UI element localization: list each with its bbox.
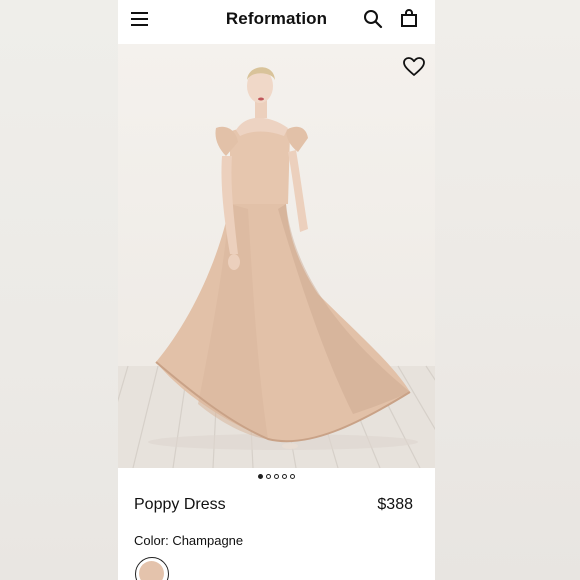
pager-dot[interactable] <box>290 474 295 479</box>
pager-dot[interactable] <box>258 474 263 479</box>
color-value: Champagne <box>172 533 244 548</box>
shopping-bag-icon[interactable] <box>399 8 419 28</box>
header: Reformation <box>118 0 435 44</box>
brand-logo[interactable]: Reformation <box>118 9 435 29</box>
heart-icon[interactable] <box>403 57 425 77</box>
phone-screen: Reformation Poppy Dress $388 Color: Cham… <box>118 0 435 580</box>
product-image[interactable] <box>118 44 435 468</box>
product-price: $388 <box>377 496 413 513</box>
product-photo <box>118 67 435 468</box>
pager-dot[interactable] <box>274 474 279 479</box>
search-icon[interactable] <box>363 9 383 29</box>
image-pager <box>118 474 435 479</box>
background-right <box>435 0 580 580</box>
color-label: Color: Champagne <box>134 533 243 548</box>
color-swatch-champagne <box>139 561 164 580</box>
color-label-text: Color: <box>134 533 169 548</box>
product-name: Poppy Dress <box>134 496 226 513</box>
pager-dot[interactable] <box>282 474 287 479</box>
pager-dot[interactable] <box>266 474 271 479</box>
color-swatch-selected[interactable] <box>135 557 169 580</box>
background-left <box>0 0 118 580</box>
